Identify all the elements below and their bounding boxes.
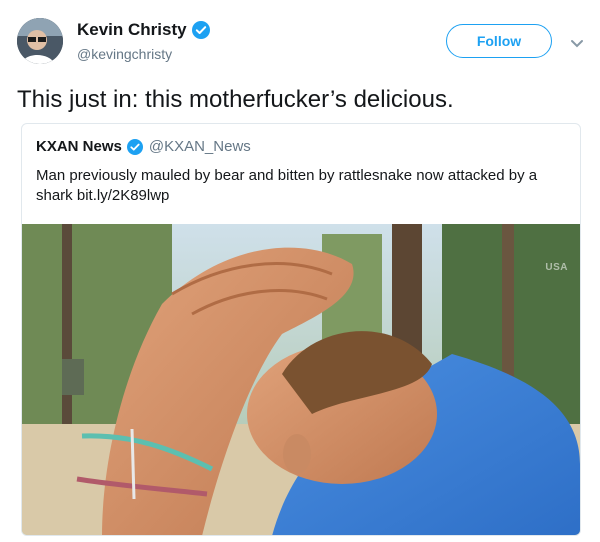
author-handle[interactable]: @kevingchristy bbox=[77, 46, 172, 62]
quoted-tweet[interactable]: KXAN News @KXAN_News Man previously maul… bbox=[21, 123, 581, 536]
author-display-name[interactable]: Kevin Christy bbox=[77, 20, 187, 40]
verified-badge-icon bbox=[126, 138, 143, 155]
quoted-tweet-text: Man previously mauled by bear and bitten… bbox=[36, 167, 538, 204]
tweet-text: This just in: this motherfucker’s delici… bbox=[17, 86, 454, 113]
chevron-down-icon[interactable] bbox=[570, 36, 584, 48]
verified-badge-icon bbox=[191, 21, 210, 39]
author-name-row: Kevin Christy bbox=[77, 20, 210, 40]
follow-button[interactable]: Follow bbox=[446, 24, 552, 58]
avatar[interactable] bbox=[17, 18, 63, 64]
image-watermark: USA bbox=[545, 262, 568, 273]
quoted-tweet-image[interactable]: USA bbox=[22, 224, 580, 535]
quoted-handle: @KXAN_News bbox=[148, 138, 251, 155]
quoted-tweet-header: KXAN News @KXAN_News bbox=[36, 138, 251, 155]
tweet-header: Kevin Christy @kevingchristy Follow bbox=[0, 0, 600, 80]
quoted-display-name: KXAN News bbox=[36, 138, 122, 155]
